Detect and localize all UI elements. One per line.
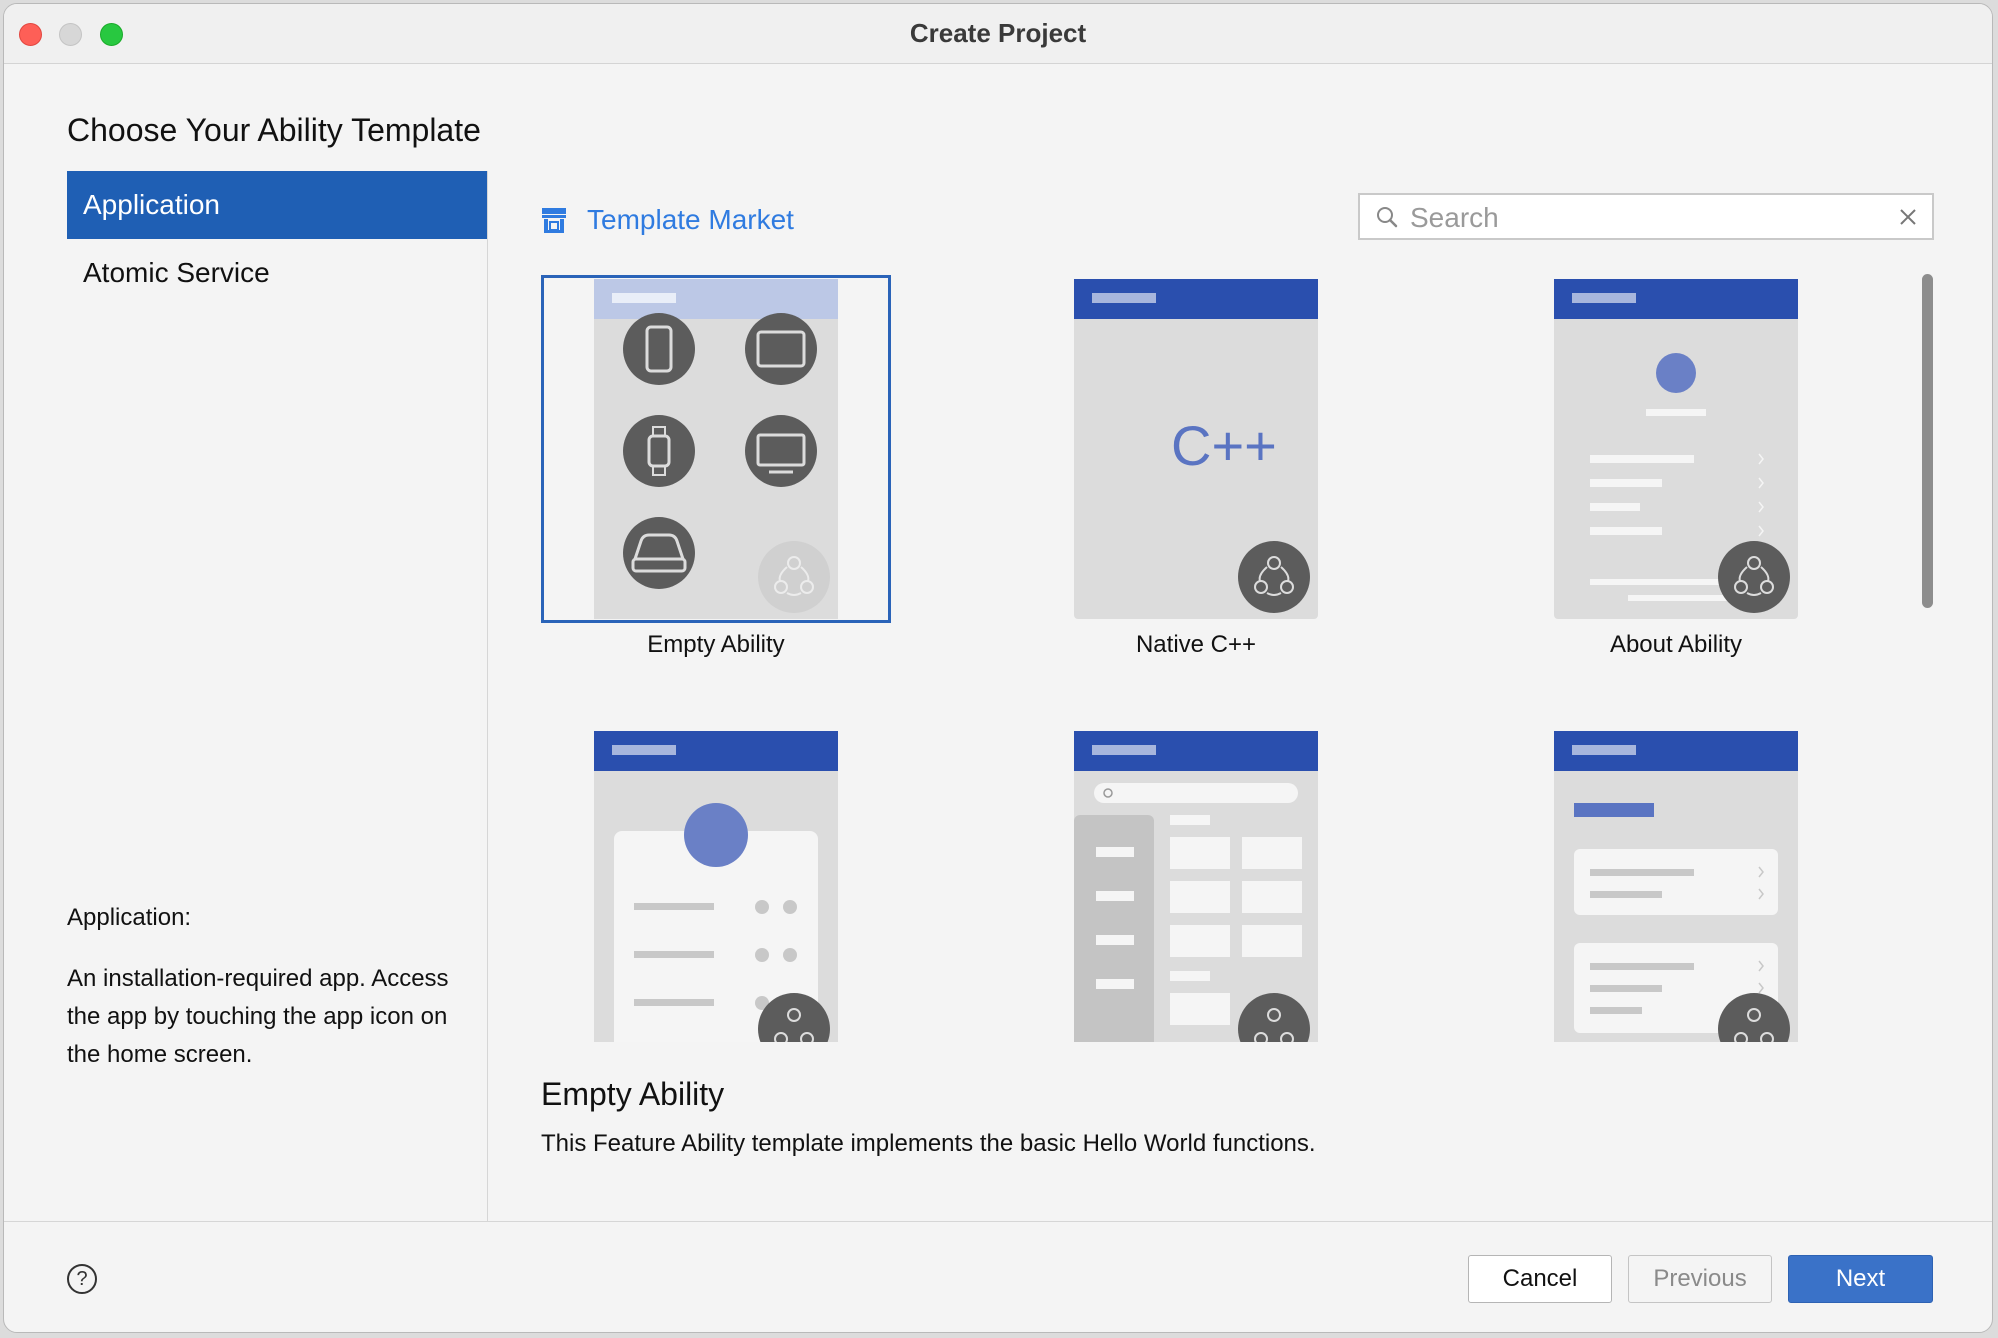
window-title: Create Project	[909, 18, 1087, 48]
sidebar-item-atomic-service[interactable]: Atomic Service	[67, 239, 487, 307]
sidebar-item-application[interactable]: Application	[67, 171, 487, 239]
native-cpp-thumbnail: C++	[1074, 279, 1318, 619]
dialog-footer: ? Cancel Previous Next	[4, 1221, 1992, 1332]
category-description-title: Application:	[67, 904, 192, 931]
previous-button[interactable]: Previous	[1628, 1255, 1772, 1303]
help-icon[interactable]: ?	[67, 1264, 97, 1294]
title-bar: Create Project	[4, 4, 1992, 64]
search-input[interactable]	[1408, 199, 1882, 236]
category-description: Application: An installation-required ap…	[67, 904, 467, 1074]
template-card-side-nav[interactable]	[1021, 727, 1371, 1042]
template-name: Native C++	[1135, 631, 1257, 658]
empty-ability-thumbnail	[594, 279, 838, 619]
clear-search-icon[interactable]	[1898, 207, 1918, 227]
profile-template-thumbnail	[594, 731, 838, 1042]
cpp-logo-icon: C++	[1171, 414, 1277, 477]
search-icon	[1377, 207, 1398, 228]
template-grid: Empty Ability C++ Native C++ About Abili…	[541, 272, 1931, 1042]
search-box	[1358, 193, 1934, 240]
template-market-label: Template Market	[587, 204, 794, 235]
template-grid-scrollbar[interactable]	[1922, 274, 1933, 608]
list-template-thumbnail	[1554, 731, 1798, 1042]
template-card-empty-ability[interactable]: Empty Ability	[541, 275, 891, 658]
template-card-native-cpp[interactable]: C++ Native C++	[1021, 275, 1371, 658]
template-card-profile[interactable]	[541, 727, 891, 1042]
template-card-list[interactable]	[1501, 727, 1851, 1042]
template-name: About Ability	[1609, 631, 1743, 658]
side-nav-template-thumbnail	[1074, 731, 1318, 1042]
page-title: Choose Your Ability Template	[67, 112, 481, 148]
template-card-about-ability[interactable]: About Ability	[1501, 275, 1851, 658]
template-detail-description: This Feature Ability template implements…	[541, 1130, 1316, 1157]
template-detail-title: Empty Ability	[541, 1076, 725, 1112]
about-ability-thumbnail	[1554, 279, 1798, 619]
store-icon	[542, 208, 566, 233]
category-description-text: An installation-required app. Access the…	[67, 965, 449, 1068]
next-button[interactable]: Next	[1788, 1255, 1933, 1303]
cancel-button[interactable]: Cancel	[1468, 1255, 1612, 1303]
template-market-link[interactable]: Template Market	[541, 200, 794, 240]
template-name: Empty Ability	[647, 631, 785, 658]
create-project-window: Create Project Choose Your Ability Templ…	[3, 3, 1993, 1333]
